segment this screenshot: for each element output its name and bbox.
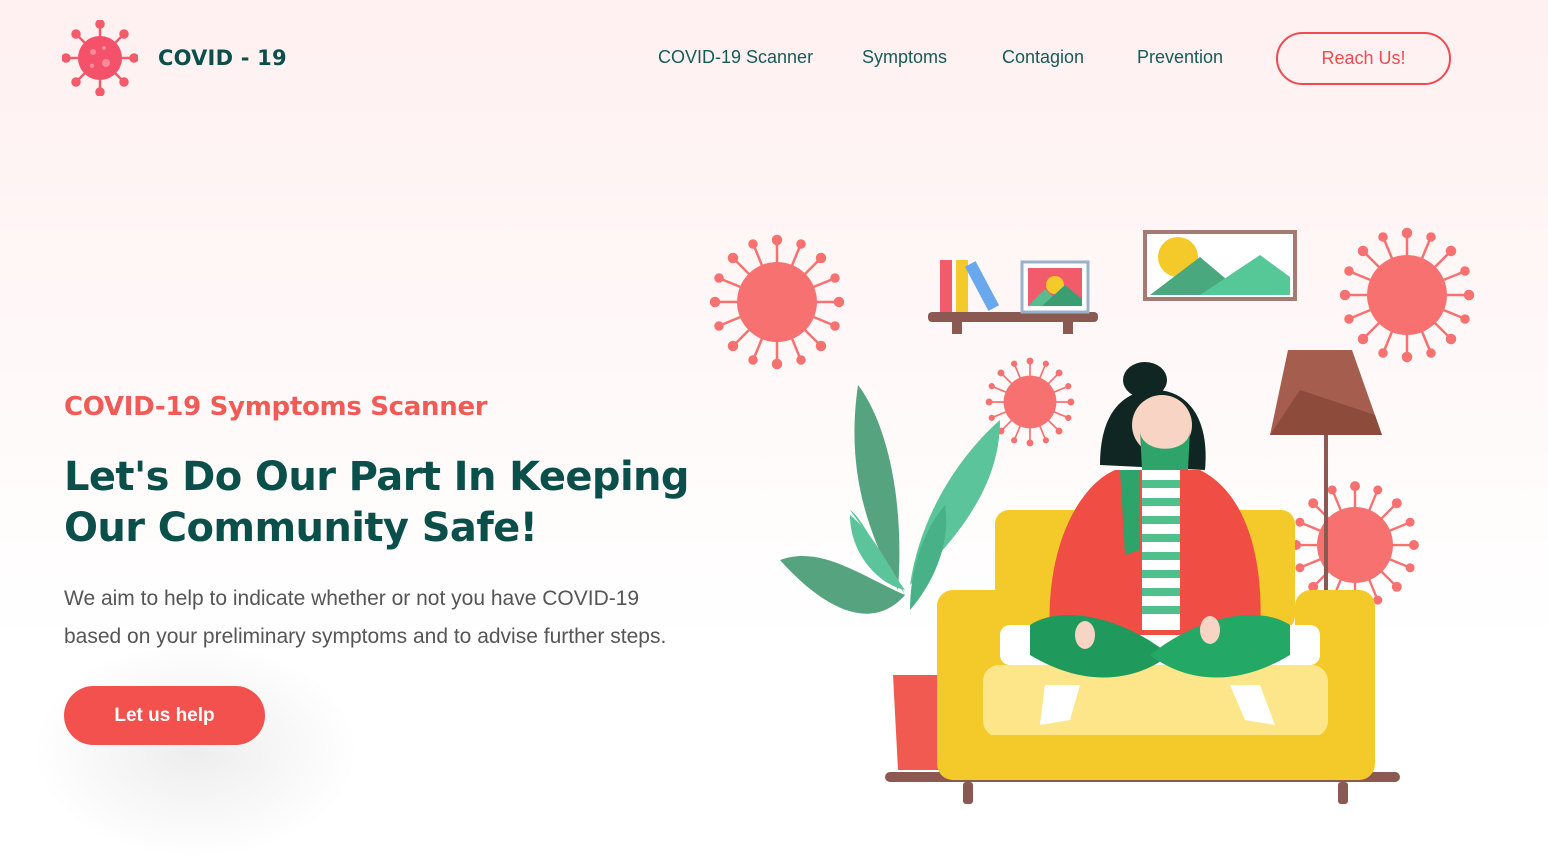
hero-eyebrow: COVID-19 Symptoms Scanner [64, 392, 488, 422]
logo-text[interactable]: COVID - 19 [158, 46, 287, 70]
site-header: COVID - 19 COVID-19 Scanner Symptoms Con… [0, 0, 1548, 120]
nav-prevention[interactable]: Prevention [1137, 47, 1223, 68]
nav-covid-scanner[interactable]: COVID-19 Scanner [658, 47, 813, 68]
button-shadow [30, 640, 360, 860]
reach-us-button[interactable]: Reach Us! [1276, 32, 1451, 85]
nav-symptoms[interactable]: Symptoms [862, 47, 947, 68]
nav-contagion[interactable]: Contagion [1002, 47, 1084, 68]
headline-line-2: Our Community Safe! [64, 505, 538, 551]
hero-illustration [709, 227, 1475, 804]
virus-logo-icon[interactable] [62, 20, 138, 96]
let-us-help-button[interactable]: Let us help [64, 686, 265, 745]
description-line-1: We aim to help to indicate whether or no… [64, 587, 640, 610]
headline-line-1: Let's Do Our Part In Keeping [64, 454, 690, 500]
hero-headline: Let's Do Our Part In Keeping Our Communi… [64, 452, 724, 554]
